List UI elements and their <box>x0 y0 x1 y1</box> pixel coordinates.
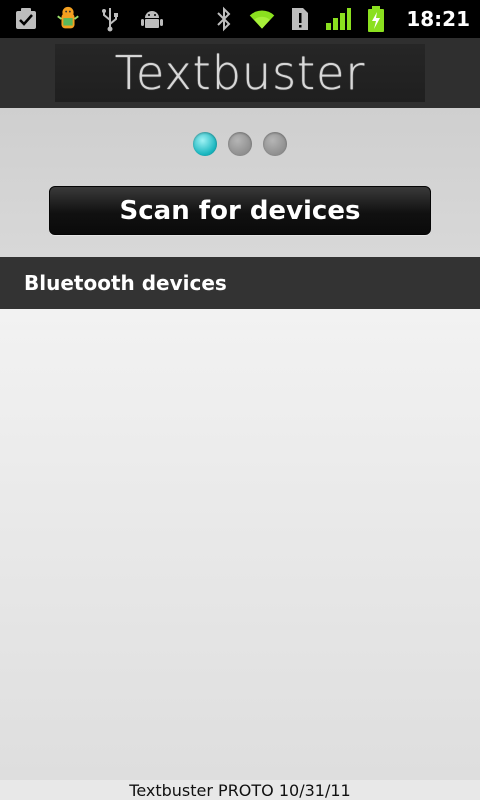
section-title: Bluetooth devices <box>24 271 227 295</box>
scan-for-devices-button[interactable]: Scan for devices <box>49 186 431 235</box>
status-time: 18:21 <box>406 7 470 31</box>
alert-sim-icon <box>286 5 314 33</box>
status-bar: 18:21 <box>0 0 480 38</box>
wifi-icon <box>248 5 276 33</box>
app-logo: Textbuster <box>55 44 425 102</box>
page-indicator-dot <box>228 132 252 156</box>
status-bar-right: 18:21 <box>210 5 480 33</box>
usb-icon <box>96 5 124 33</box>
android-robot-icon <box>54 5 82 33</box>
bluetooth-icon <box>210 5 238 33</box>
status-bar-left <box>0 5 166 33</box>
app-logo-text: Textbuster <box>114 46 366 100</box>
footer-text: Textbuster PROTO 10/31/11 <box>129 780 351 800</box>
section-header: Bluetooth devices <box>0 257 480 309</box>
page-indicator-dot <box>263 132 287 156</box>
page-indicator <box>193 132 287 156</box>
battery-charging-icon <box>362 5 390 33</box>
bluetooth-device-list[interactable] <box>0 309 480 780</box>
app-header: Textbuster <box>0 38 480 109</box>
page-indicator-dot-active <box>193 132 217 156</box>
task-done-icon <box>12 5 40 33</box>
android-debug-icon <box>138 5 166 33</box>
footer: Textbuster PROTO 10/31/11 <box>0 780 480 800</box>
signal-icon <box>324 5 352 33</box>
